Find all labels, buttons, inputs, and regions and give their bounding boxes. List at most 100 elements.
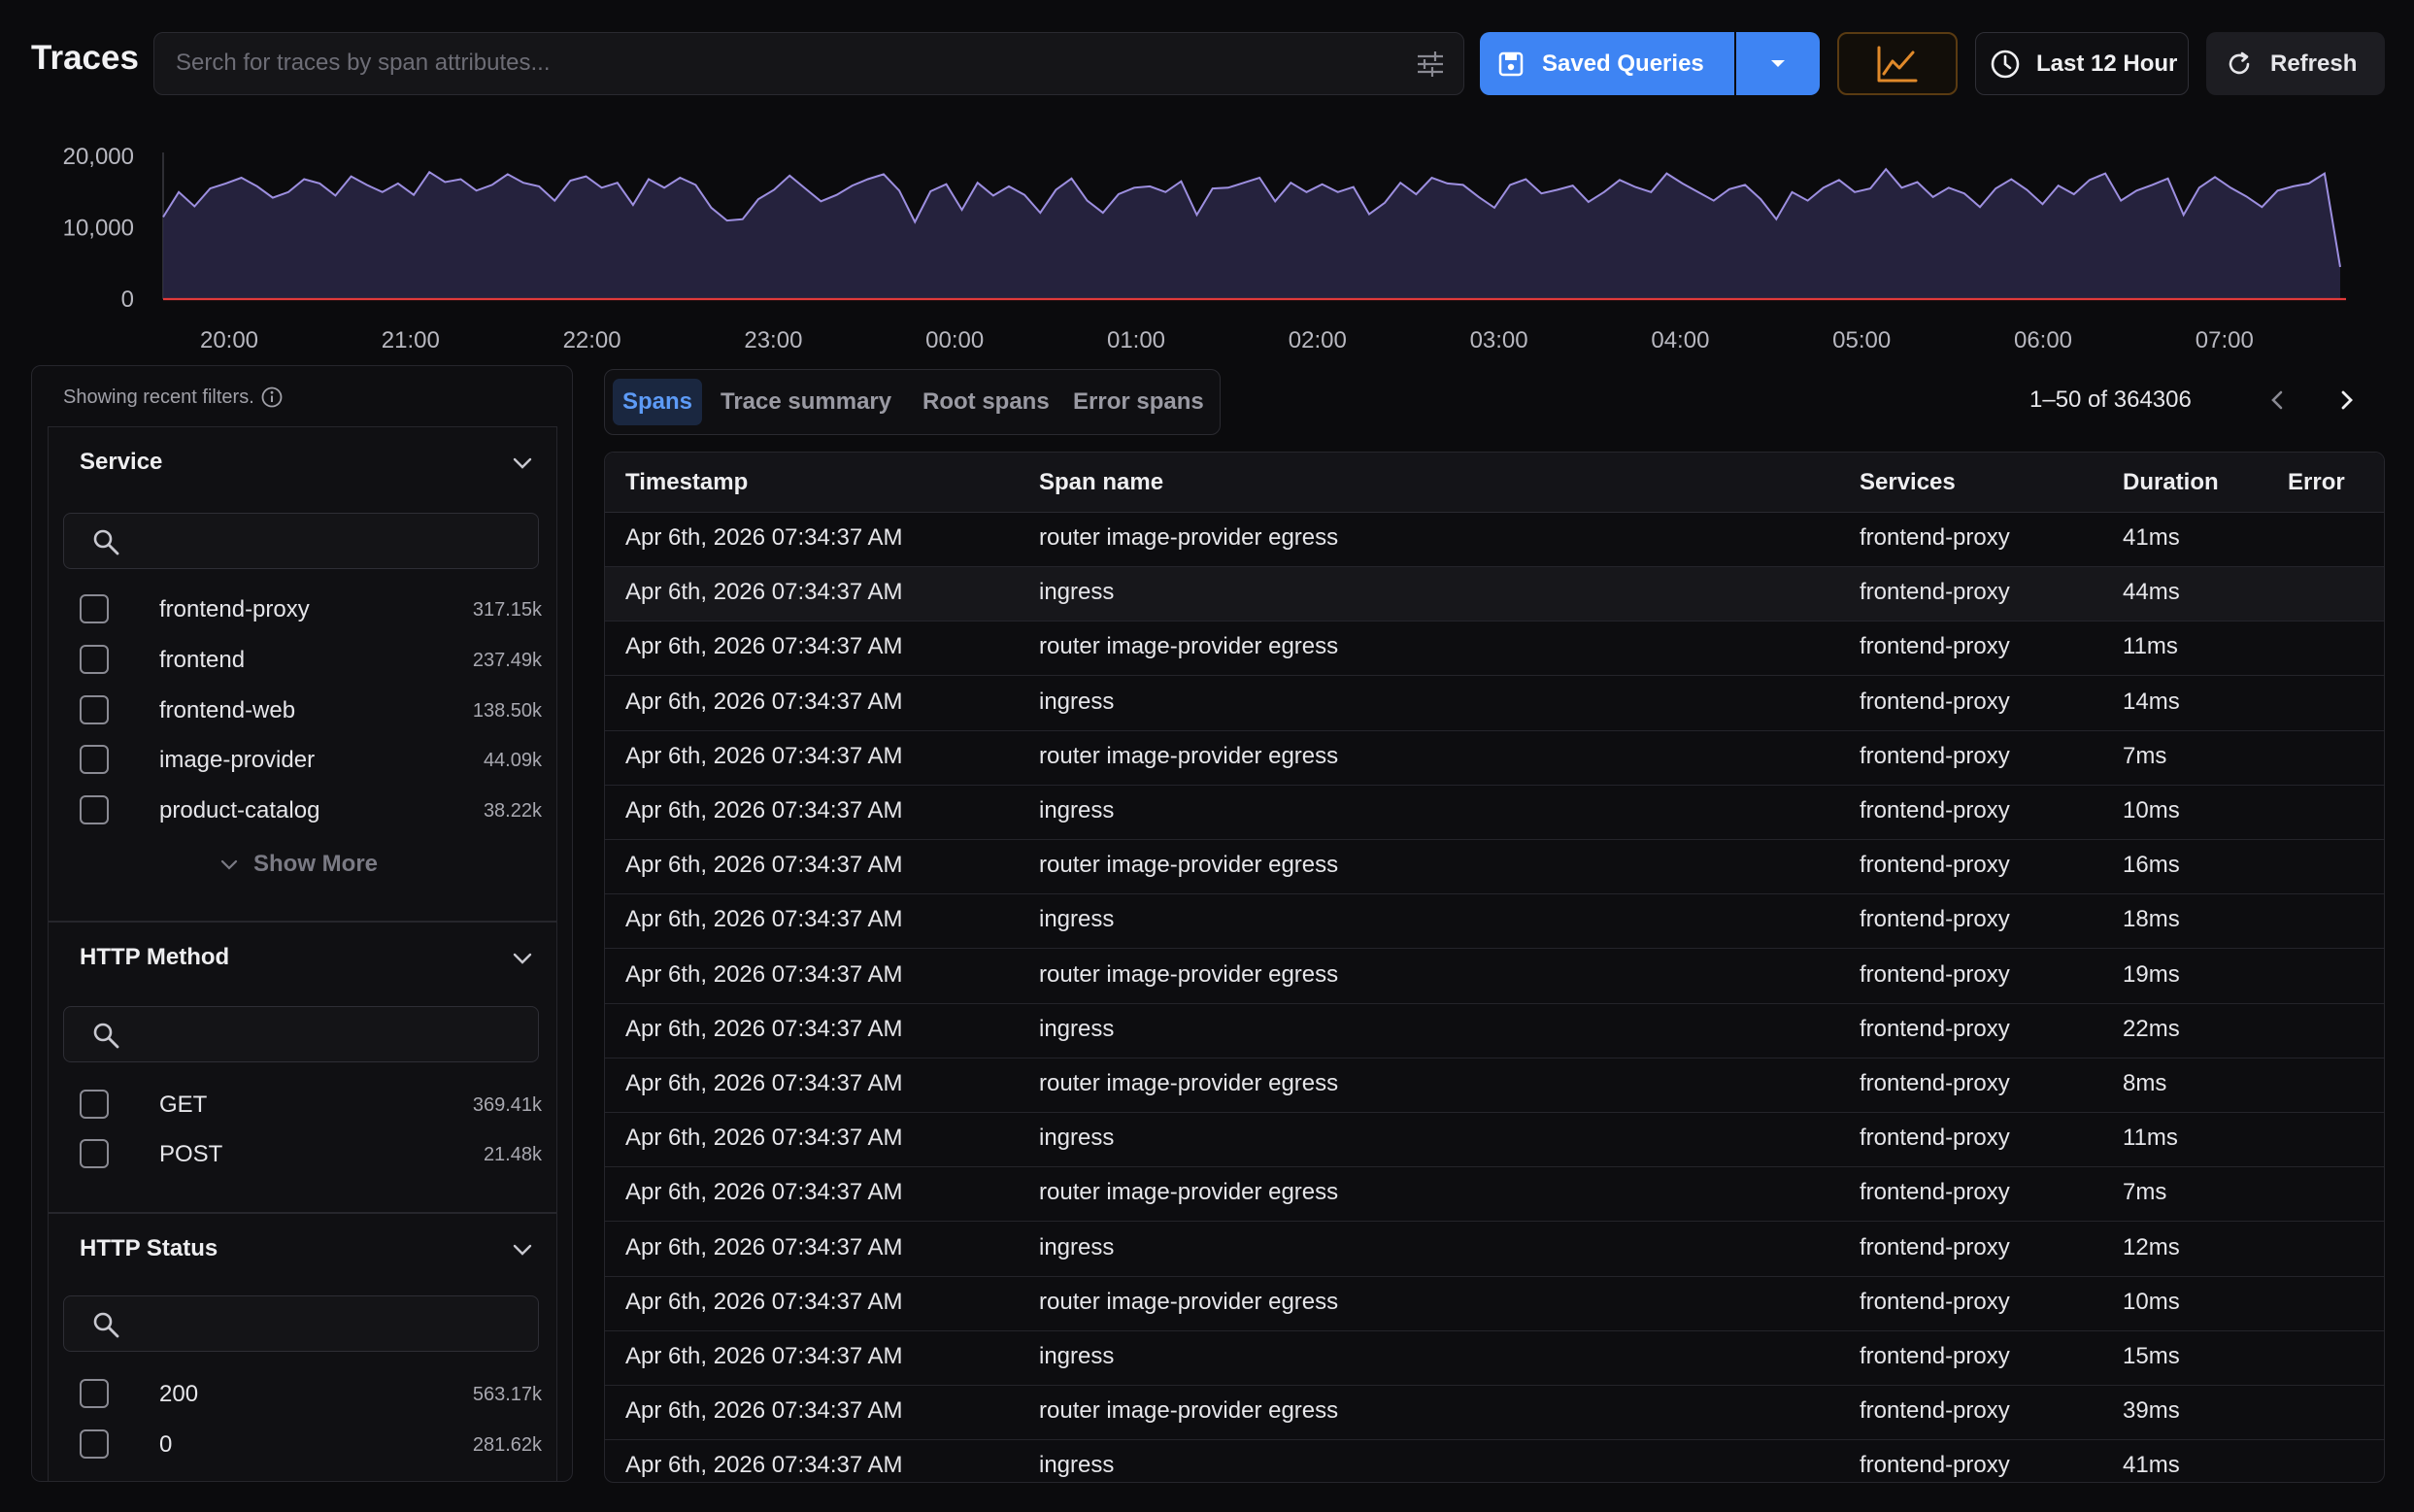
- cell-span: ingress: [1039, 688, 1115, 715]
- table-row[interactable]: Apr 6th, 2026 07:34:37 AM ingress frontend…: [605, 786, 2384, 840]
- filter-option[interactable]: 200 563.17k: [80, 1375, 542, 1414]
- checkbox[interactable]: [80, 1429, 109, 1459]
- x-tick-label: 20:00: [200, 327, 258, 353]
- checkbox[interactable]: [80, 745, 109, 774]
- chevron-down-icon[interactable]: [510, 1237, 535, 1262]
- checkbox[interactable]: [80, 695, 109, 724]
- column-header-services[interactable]: Services: [1860, 469, 1956, 496]
- info-icon[interactable]: [260, 386, 284, 409]
- cell-span: router image-provider egress: [1039, 742, 1339, 769]
- table-row[interactable]: Apr 6th, 2026 07:34:37 AM router image-pr…: [605, 1167, 2384, 1223]
- show-more-button[interactable]: Show More: [218, 851, 378, 878]
- table-row[interactable]: Apr 6th, 2026 07:34:37 AM ingress frontend…: [605, 1440, 2384, 1482]
- checkbox[interactable]: [80, 1139, 109, 1168]
- cell-timestamp: Apr 6th, 2026 07:34:37 AM: [625, 1015, 903, 1042]
- time-range-label: Last 12 Hour: [2036, 50, 2178, 77]
- saved-queries-button[interactable]: Saved Queries: [1480, 32, 1734, 95]
- checkbox[interactable]: [80, 1379, 109, 1408]
- table-row[interactable]: Apr 6th, 2026 07:34:37 AM router image-pr…: [605, 1277, 2384, 1331]
- table-row[interactable]: Apr 6th, 2026 07:34:37 AM router image-pr…: [605, 840, 2384, 895]
- table-row[interactable]: Apr 6th, 2026 07:34:37 AM router image-pr…: [605, 950, 2384, 1004]
- table-row[interactable]: Apr 6th, 2026 07:34:37 AM router image-pr…: [605, 513, 2384, 567]
- filter-group-http-status: HTTP Status 200 563.17k 0 281.62k: [48, 1213, 557, 1481]
- trace-volume-chart: 20,000 10,000 0 20:00 21:00 22:00 23:00 00:00 01…: [63, 144, 2346, 353]
- x-tick-label: 22:00: [563, 327, 621, 353]
- filter-option[interactable]: image-provider 44.09k: [80, 741, 542, 780]
- table-row[interactable]: Apr 6th, 2026 07:34:37 AM ingress frontend…: [605, 1004, 2384, 1058]
- chevron-down-icon[interactable]: [510, 946, 535, 971]
- tab-root-spans[interactable]: Root spans: [913, 379, 1059, 425]
- x-tick-label: 06:00: [2014, 327, 2072, 353]
- refresh-button[interactable]: Refresh: [2206, 32, 2385, 95]
- clock-icon: [1991, 50, 2020, 78]
- option-count: 317.15k: [472, 599, 542, 621]
- cell-duration: 41ms: [2123, 1452, 2180, 1479]
- service-search-input[interactable]: [63, 513, 539, 569]
- option-label: frontend-web: [159, 697, 296, 723]
- filter-option[interactable]: frontend 237.49k: [80, 641, 542, 680]
- checkbox[interactable]: [80, 594, 109, 623]
- cell-timestamp: Apr 6th, 2026 07:34:37 AM: [625, 1343, 903, 1369]
- chart-toggle-button[interactable]: [1837, 32, 1958, 95]
- http-status-search-input[interactable]: [63, 1295, 539, 1352]
- table-row[interactable]: Apr 6th, 2026 07:34:37 AM ingress frontend…: [605, 1331, 2384, 1386]
- filter-option[interactable]: 0 281.62k: [80, 1426, 542, 1464]
- table-row[interactable]: Apr 6th, 2026 07:34:37 AM router image-pr…: [605, 1386, 2384, 1441]
- table-row[interactable]: Apr 6th, 2026 07:34:37 AM ingress frontend…: [605, 894, 2384, 950]
- cell-span: ingress: [1039, 906, 1115, 933]
- column-header-error[interactable]: Error: [2288, 469, 2345, 496]
- table-row[interactable]: Apr 6th, 2026 07:34:37 AM router image-pr…: [605, 622, 2384, 677]
- filter-option[interactable]: frontend-proxy 317.15k: [80, 590, 542, 629]
- option-count: 563.17k: [472, 1384, 542, 1405]
- column-header-timestamp[interactable]: Timestamp: [625, 469, 748, 496]
- filter-group-title: HTTP Status: [80, 1235, 218, 1261]
- chevron-down-icon[interactable]: [510, 451, 535, 476]
- sliders-icon[interactable]: [1415, 49, 1446, 80]
- cell-duration: 8ms: [2123, 1070, 2167, 1096]
- cell-span: ingress: [1039, 579, 1115, 606]
- table-row[interactable]: Apr 6th, 2026 07:34:37 AM ingress frontend…: [605, 567, 2384, 622]
- column-header-span-name[interactable]: Span name: [1039, 469, 1163, 496]
- series-area: [163, 169, 2340, 299]
- cell-duration: 16ms: [2123, 852, 2180, 879]
- filter-option[interactable]: frontend-web 138.50k: [80, 691, 542, 730]
- search-bar[interactable]: [153, 32, 1464, 95]
- checkbox[interactable]: [80, 1090, 109, 1119]
- cell-span: ingress: [1039, 1015, 1115, 1042]
- table-row[interactable]: Apr 6th, 2026 07:34:37 AM ingress frontend…: [605, 677, 2384, 731]
- table-row[interactable]: Apr 6th, 2026 07:34:37 AM ingress frontend…: [605, 1223, 2384, 1277]
- filter-option[interactable]: POST 21.48k: [80, 1135, 542, 1174]
- cell-timestamp: Apr 6th, 2026 07:34:37 AM: [625, 1179, 903, 1206]
- search-input[interactable]: [176, 33, 1360, 93]
- tab-trace-summary[interactable]: Trace summary: [711, 379, 901, 425]
- chevron-right-icon[interactable]: [2330, 385, 2362, 416]
- cell-span: router image-provider egress: [1039, 852, 1339, 879]
- refresh-label: Refresh: [2270, 50, 2358, 77]
- saved-queries-dropdown-button[interactable]: [1736, 32, 1820, 95]
- cell-service: frontend-proxy: [1860, 579, 2010, 606]
- cell-span: ingress: [1039, 1233, 1115, 1260]
- cell-service: frontend-proxy: [1860, 1179, 2010, 1206]
- time-range-button[interactable]: Last 12 Hour: [1975, 32, 2189, 95]
- http-method-search-input[interactable]: [63, 1006, 539, 1062]
- checkbox[interactable]: [80, 645, 109, 674]
- tab-error-spans[interactable]: Error spans: [1063, 379, 1214, 425]
- cell-duration: 41ms: [2123, 524, 2180, 551]
- table-row[interactable]: Apr 6th, 2026 07:34:37 AM router image-pr…: [605, 1058, 2384, 1113]
- x-tick-label: 00:00: [925, 327, 984, 353]
- cell-span: router image-provider egress: [1039, 1397, 1339, 1425]
- cell-service: frontend-proxy: [1860, 742, 2010, 769]
- column-header-duration[interactable]: Duration: [2123, 469, 2219, 496]
- table-row[interactable]: Apr 6th, 2026 07:34:37 AM ingress frontend…: [605, 1113, 2384, 1168]
- chevron-left-icon[interactable]: [2263, 385, 2294, 416]
- page-title: Traces: [31, 39, 139, 77]
- checkbox[interactable]: [80, 795, 109, 824]
- table-row[interactable]: Apr 6th, 2026 07:34:37 AM router image-pr…: [605, 731, 2384, 786]
- tab-spans[interactable]: Spans: [613, 379, 703, 425]
- filter-option[interactable]: product-catalog 38.22k: [80, 791, 542, 830]
- cell-service: frontend-proxy: [1860, 906, 2010, 933]
- filter-group-title: HTTP Method: [80, 944, 230, 970]
- filter-option[interactable]: GET 369.41k: [80, 1086, 542, 1125]
- y-tick-label: 20,000: [63, 144, 134, 170]
- cell-span: router image-provider egress: [1039, 633, 1339, 660]
